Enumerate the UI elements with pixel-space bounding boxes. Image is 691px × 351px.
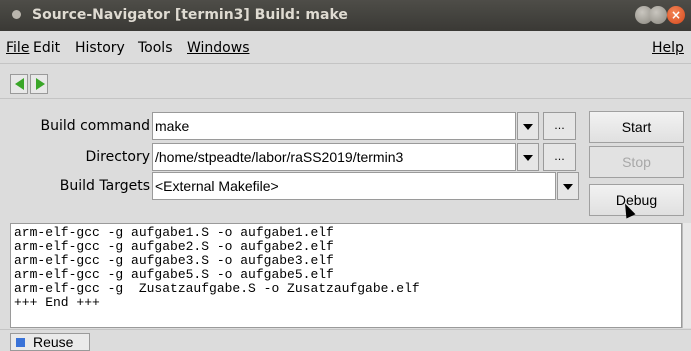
window-title: Source-Navigator [termin3] Build: make [32, 7, 348, 23]
menu-file[interactable]: File [6, 40, 29, 56]
window-menu-icon[interactable] [12, 10, 21, 19]
chevron-down-icon [523, 155, 533, 161]
right-arrow-icon [36, 78, 45, 90]
chevron-down-icon [563, 184, 573, 190]
menu-file-label: File [6, 40, 30, 56]
output-line: +++ End +++ [14, 295, 100, 310]
menu-bar: File Edit History Tools Windows Help [0, 31, 691, 64]
output-line: arm-elf-gcc -g Zusatzaufgabe.S -o Zusatz… [14, 281, 420, 296]
menu-tools-label: Tools [138, 40, 173, 56]
build-targets-dropdown[interactable] [557, 172, 579, 200]
reuse-toggle[interactable]: Reuse [10, 333, 90, 351]
directory-field[interactable]: /home/stpeadte/labor/raSS2019/termin3 [152, 143, 516, 171]
output-line: arm-elf-gcc -g aufgabe3.S -o aufgabe3.el… [14, 253, 334, 268]
build-command-label: Build command [40, 118, 150, 134]
build-output[interactable]: arm-elf-gcc -g aufgabe1.S -o aufgabe1.el… [10, 223, 682, 328]
close-icon[interactable]: × [667, 6, 685, 24]
status-bar: Reuse [0, 329, 691, 351]
output-scrollbar[interactable] [682, 223, 691, 328]
directory-dropdown[interactable] [517, 143, 539, 171]
forward-button[interactable] [30, 74, 48, 94]
reuse-label: Reuse [33, 334, 74, 350]
menu-windows-label: Windows [187, 40, 250, 56]
menu-edit-label: Edit [33, 40, 61, 56]
checkbox-icon [16, 338, 25, 347]
menu-help[interactable]: Help [652, 40, 684, 56]
output-line: arm-elf-gcc -g aufgabe1.S -o aufgabe1.el… [14, 225, 334, 240]
maximize-icon[interactable] [649, 6, 667, 24]
menu-help-label: Help [652, 40, 684, 56]
build-targets-field[interactable]: <External Makefile> [152, 172, 556, 200]
build-command-field[interactable]: make [152, 112, 516, 140]
title-bar: Source-Navigator [termin3] Build: make × [0, 0, 691, 31]
nav-toolbar [0, 65, 691, 99]
menu-tools[interactable]: Tools [138, 40, 173, 56]
build-targets-label: Build Targets [59, 178, 150, 194]
build-command-dropdown[interactable] [517, 112, 539, 140]
menu-windows[interactable]: Windows [187, 40, 250, 56]
menu-edit[interactable]: Edit [33, 40, 60, 56]
build-command-browse-button[interactable]: ... [543, 112, 576, 140]
chevron-down-icon [523, 124, 533, 130]
output-line: arm-elf-gcc -g aufgabe2.S -o aufgabe2.el… [14, 239, 334, 254]
back-button[interactable] [10, 74, 28, 94]
left-arrow-icon [15, 78, 24, 90]
output-line: arm-elf-gcc -g aufgabe5.S -o aufgabe5.el… [14, 267, 334, 282]
start-button[interactable]: Start [589, 111, 684, 143]
directory-browse-button[interactable]: ... [543, 143, 576, 171]
debug-button[interactable]: Debug [589, 184, 684, 216]
menu-history[interactable]: History [75, 40, 125, 56]
stop-button[interactable]: Stop [589, 146, 684, 178]
directory-label: Directory [85, 149, 150, 165]
menu-history-label: History [75, 40, 125, 56]
